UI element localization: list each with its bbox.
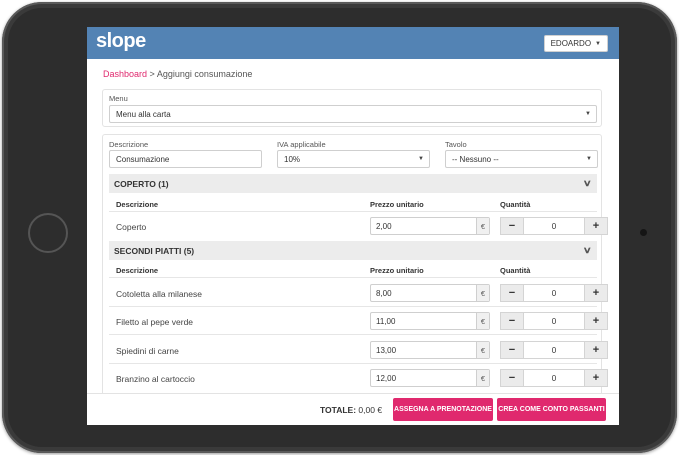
increment-button[interactable]: + <box>584 284 608 302</box>
iva-label: IVA applicabile <box>277 140 326 149</box>
descrizione-label: Descrizione <box>109 140 149 149</box>
app-logo[interactable]: slope <box>96 30 146 53</box>
row-divider <box>109 363 597 364</box>
row-divider <box>109 211 597 212</box>
quantity-value[interactable]: 0 <box>524 312 584 330</box>
caret-down-icon: ▼ <box>586 156 592 162</box>
quantity-stepper[interactable]: − 0 + <box>500 341 608 359</box>
price-value: 8,00 <box>376 288 392 298</box>
price-input[interactable]: 11,00 € <box>370 312 490 330</box>
caret-down-icon: ▼ <box>418 156 424 162</box>
price-value: 2,00 <box>376 221 392 231</box>
total-label: TOTALE: <box>320 405 357 415</box>
quantity-stepper[interactable]: − 0 + <box>500 312 608 330</box>
quantity-value[interactable]: 0 <box>524 284 584 302</box>
total-display: TOTALE: 0,00 € <box>320 405 382 415</box>
col-header-prezzo: Prezzo unitario <box>370 200 424 209</box>
euro-icon: € <box>476 370 489 386</box>
price-value: 11,00 <box>376 316 396 326</box>
group-header-secondi-piatti[interactable]: SECONDI PIATTI (5) ∨ <box>109 241 597 260</box>
quantity-value[interactable]: 0 <box>524 341 584 359</box>
decrement-button[interactable]: − <box>500 284 524 302</box>
euro-icon: € <box>476 342 489 358</box>
breadcrumb-dashboard-link[interactable]: Dashboard <box>103 69 147 79</box>
item-name: Spiedini di carne <box>116 346 179 356</box>
col-header-descrizione: Descrizione <box>116 266 159 275</box>
group-title: SECONDI PIATTI (5) <box>114 245 195 256</box>
quantity-stepper[interactable]: − 0 + <box>500 217 608 235</box>
consumption-panel: Descrizione Consumazione IVA applicabile… <box>102 134 608 396</box>
item-name: Branzino al cartoccio <box>116 374 195 384</box>
decrement-button[interactable]: − <box>500 369 524 387</box>
price-input[interactable]: 8,00 € <box>370 284 490 302</box>
breadcrumb: Dashboard > Aggiungi consumazione <box>103 69 252 79</box>
row-divider <box>109 277 597 278</box>
home-button <box>28 213 68 253</box>
quantity-stepper[interactable]: − 0 + <box>500 284 608 302</box>
iva-select-value: 10% <box>284 154 301 164</box>
item-name: Filetto al pepe verde <box>116 317 194 327</box>
user-menu-button[interactable]: EDOARDO ▼ <box>543 35 608 52</box>
euro-icon: € <box>476 313 489 329</box>
decrement-button[interactable]: − <box>500 312 524 330</box>
euro-icon: € <box>476 218 489 234</box>
total-value: 0,00 € <box>358 405 383 415</box>
chevron-down-icon[interactable]: ∨ <box>583 178 592 189</box>
increment-button[interactable]: + <box>584 341 608 359</box>
menu-panel: Menu Menu alla carta ▼ <box>102 89 602 127</box>
col-header-quantita: Quantità <box>500 266 531 275</box>
tavolo-label: Tavolo <box>445 140 467 149</box>
menu-select[interactable]: Menu alla carta ▼ <box>109 105 597 123</box>
caret-down-icon: ▼ <box>585 111 591 117</box>
item-name: Coperto <box>116 222 147 232</box>
price-input[interactable]: 12,00 € <box>370 369 490 387</box>
price-input[interactable]: 13,00 € <box>370 341 490 359</box>
tavolo-select[interactable]: -- Nessuno -- ▼ <box>445 150 598 168</box>
tavolo-select-value: -- Nessuno -- <box>452 154 499 164</box>
quantity-value[interactable]: 0 <box>524 369 584 387</box>
decrement-button[interactable]: − <box>500 341 524 359</box>
footer-bar: TOTALE: 0,00 € ASSEGNA A PRENOTAZIONE CR… <box>87 393 619 425</box>
increment-button[interactable]: + <box>584 369 608 387</box>
app-screen: slope EDOARDO ▼ Dashboard > Aggiungi con… <box>87 27 619 425</box>
group-header-coperto[interactable]: COPERTO (1) ∨ <box>109 174 597 193</box>
menu-select-value: Menu alla carta <box>116 109 171 119</box>
camera-dot <box>640 229 647 236</box>
group-title: COPERTO (1) <box>114 178 169 189</box>
quantity-stepper[interactable]: − 0 + <box>500 369 608 387</box>
price-value: 12,00 <box>376 373 397 383</box>
assign-reservation-button[interactable]: ASSEGNA A PRENOTAZIONE <box>393 398 493 421</box>
chevron-down-icon[interactable]: ∨ <box>583 245 592 256</box>
create-passanti-button[interactable]: CREA COME CONTO PASSANTI <box>497 398 606 421</box>
top-bar: slope EDOARDO ▼ <box>87 27 619 59</box>
increment-button[interactable]: + <box>584 217 608 235</box>
menu-label: Menu <box>109 94 128 103</box>
breadcrumb-current: Aggiungi consumazione <box>156 69 253 79</box>
col-header-descrizione: Descrizione <box>116 200 159 209</box>
descrizione-input[interactable]: Consumazione <box>109 150 262 168</box>
descrizione-input-value: Consumazione <box>116 154 170 164</box>
user-name: EDOARDO <box>550 39 592 48</box>
row-divider <box>109 334 597 335</box>
quantity-value[interactable]: 0 <box>524 217 584 235</box>
row-divider <box>109 306 597 307</box>
increment-button[interactable]: + <box>584 312 608 330</box>
caret-down-icon: ▼ <box>595 40 601 47</box>
col-header-prezzo: Prezzo unitario <box>370 266 424 275</box>
price-input[interactable]: 2,00 € <box>370 217 490 235</box>
price-value: 13,00 <box>376 345 397 355</box>
breadcrumb-separator: > <box>149 69 155 79</box>
euro-icon: € <box>476 285 489 301</box>
decrement-button[interactable]: − <box>500 217 524 235</box>
item-name: Cotoletta alla milanese <box>116 289 202 299</box>
col-header-quantita: Quantità <box>500 200 531 209</box>
iva-select[interactable]: 10% ▼ <box>277 150 430 168</box>
